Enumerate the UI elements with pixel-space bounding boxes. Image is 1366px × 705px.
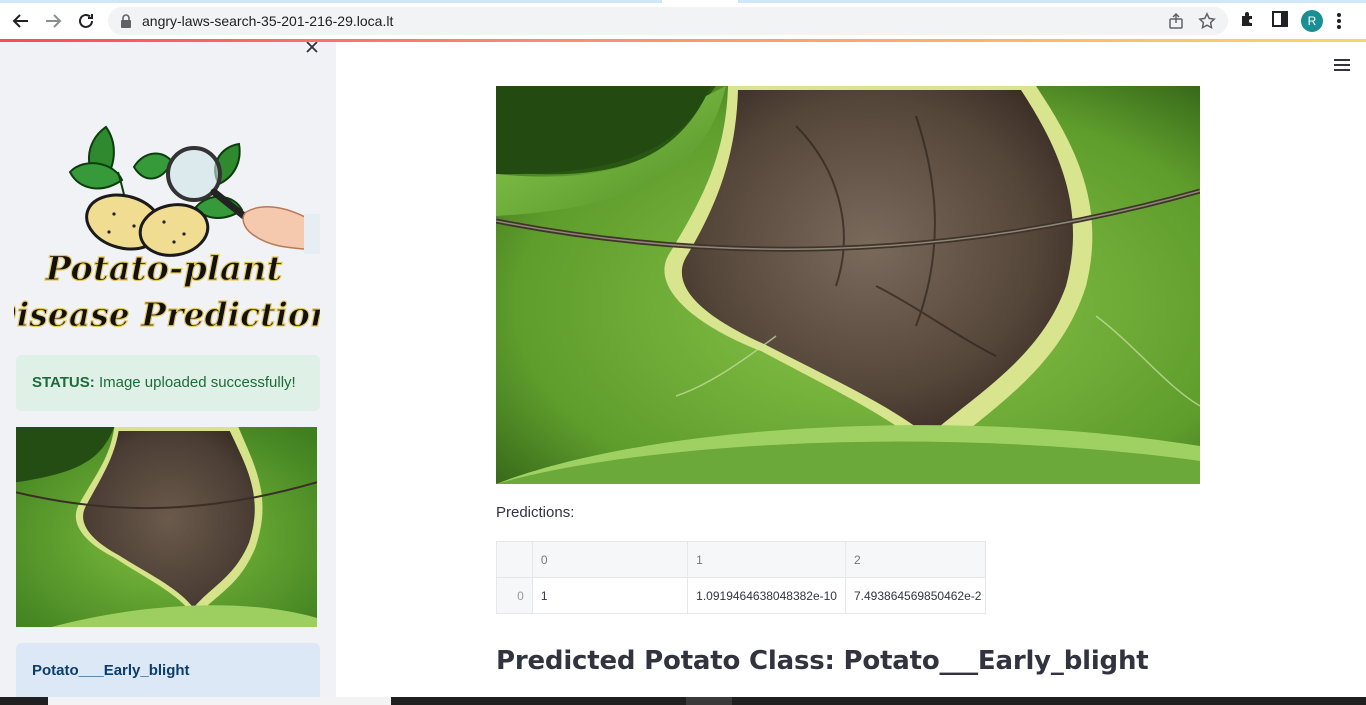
row-index: 0 <box>496 577 533 614</box>
profile-avatar[interactable]: R <box>1301 10 1323 32</box>
share-icon[interactable] <box>1168 13 1184 29</box>
app-logo: Potato-plant Disease Prediction <box>0 122 335 335</box>
predictions-label: Predictions: <box>496 504 575 521</box>
status-alert: STATUS: Image uploaded successfully! <box>16 355 320 411</box>
logo-title-line2: Disease Prediction <box>14 295 320 334</box>
arrow-left-icon <box>12 14 28 28</box>
predicted-class-alert: Potato___Early_blight <box>16 643 320 697</box>
status-message: Image uploaded successfully! <box>94 374 296 391</box>
uploaded-leaf-image <box>496 86 1200 484</box>
extensions-puzzle-icon[interactable] <box>1239 10 1257 28</box>
table-header-row: 0 1 2 <box>496 541 987 578</box>
column-header[interactable]: 2 <box>844 541 987 578</box>
forward-button[interactable] <box>41 9 65 33</box>
side-panel-icon[interactable] <box>1272 10 1288 28</box>
column-header[interactable]: 1 <box>687 541 846 578</box>
taskbar-active-app[interactable] <box>686 697 732 705</box>
hamburger-menu-icon[interactable] <box>1334 58 1350 72</box>
browser-chrome: angry-laws-search-35-201-216-29.loca.lt … <box>0 0 1366 42</box>
reload-icon <box>79 13 93 28</box>
uploaded-image-thumbnail <box>16 427 317 627</box>
table-cell[interactable]: 1.0919464638048382e-10 <box>687 577 846 614</box>
close-sidebar-icon[interactable] <box>303 42 321 56</box>
index-header <box>496 541 533 578</box>
address-bar[interactable]: angry-laws-search-35-201-216-29.loca.lt <box>108 7 1228 35</box>
os-taskbar <box>0 697 1366 705</box>
taskbar-search[interactable] <box>48 697 391 705</box>
tab-strip-edge <box>0 0 1366 3</box>
predicted-class-heading: Predicted Potato Class: Potato___Early_b… <box>496 646 1149 676</box>
bookmark-star-icon[interactable] <box>1198 12 1216 30</box>
predictions-table: 0 1 2 0 1 1.0919464638048382e-10 7.49386… <box>496 541 987 614</box>
lock-icon <box>121 14 131 28</box>
back-button[interactable] <box>9 9 33 33</box>
arrow-right-icon <box>46 14 62 28</box>
url-text: angry-laws-search-35-201-216-29.loca.lt <box>142 13 394 29</box>
main-content: Predictions: 0 1 2 0 1 1.091946463804838… <box>336 42 1366 697</box>
status-label: STATUS: <box>32 374 95 391</box>
sidebar: Potato-plant Disease Prediction STATUS: … <box>0 42 336 697</box>
logo-title-line1: Potato-plant <box>45 249 283 289</box>
column-header[interactable]: 0 <box>531 541 689 578</box>
table-cell[interactable]: 7.493864569850462e-2 <box>844 577 987 614</box>
table-cell[interactable]: 1 <box>531 577 689 614</box>
browser-menu-icon[interactable] <box>1336 11 1342 31</box>
table-row: 0 1 1.0919464638048382e-10 7.49386456985… <box>496 577 987 614</box>
reload-button[interactable] <box>74 9 98 33</box>
hand-icon <box>242 206 320 254</box>
